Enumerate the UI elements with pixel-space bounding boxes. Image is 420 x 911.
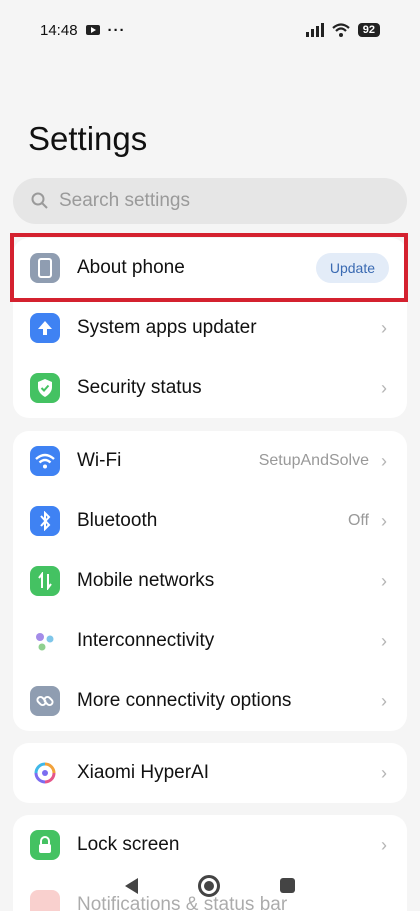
navigation-bar <box>0 860 420 911</box>
page-title: Settings <box>28 120 148 157</box>
mobile-networks-item[interactable]: Mobile networks › <box>13 551 407 611</box>
chevron-right-icon: › <box>381 377 387 398</box>
hyperai-icon <box>30 758 60 788</box>
status-right: 92 <box>305 23 380 37</box>
xiaomi-hyperai-item[interactable]: Xiaomi HyperAI › <box>13 743 407 803</box>
status-left: 14:48 ··· <box>40 22 126 39</box>
chevron-right-icon: › <box>381 317 387 338</box>
search-bar[interactable] <box>13 178 407 224</box>
chevron-right-icon: › <box>381 570 387 591</box>
mobile-data-icon <box>30 566 60 596</box>
recents-button[interactable] <box>280 878 295 893</box>
interconnectivity-label: Interconnectivity <box>77 630 215 651</box>
chevron-right-icon: › <box>381 630 387 651</box>
wifi-icon <box>30 446 60 476</box>
status-time: 14:48 <box>40 21 78 39</box>
security-status-label: Security status <box>77 377 202 398</box>
chevron-right-icon: › <box>381 690 387 711</box>
shield-check-icon <box>30 373 60 403</box>
chevron-right-icon: › <box>381 834 387 855</box>
settings-group-system: About phone Update System apps updater ›… <box>13 238 407 418</box>
battery-icon: 92 <box>357 23 380 37</box>
chevron-right-icon: › <box>381 450 387 471</box>
back-button[interactable] <box>125 877 138 894</box>
home-button[interactable] <box>198 874 220 897</box>
bluetooth-icon <box>30 506 60 536</box>
more-connectivity-options-label: More connectivity options <box>77 690 292 711</box>
system-apps-updater-item[interactable]: System apps updater › <box>13 298 407 358</box>
youtube-icon <box>85 25 100 35</box>
wifi-network-value: SetupAndSolve <box>258 452 369 469</box>
interconnectivity-icon <box>30 626 60 656</box>
lock-icon <box>30 830 60 860</box>
bluetooth-label: Bluetooth <box>77 510 158 531</box>
wifi-item[interactable]: Wi-Fi SetupAndSolve › <box>13 431 407 491</box>
security-status-item[interactable]: Security status › <box>13 358 407 418</box>
search-icon <box>31 192 48 209</box>
settings-group-connectivity: Wi-Fi SetupAndSolve › Bluetooth Off › Mo… <box>13 431 407 731</box>
xiaomi-hyperai-label: Xiaomi HyperAI <box>77 762 209 783</box>
chevron-right-icon: › <box>381 510 387 531</box>
arrow-up-icon <box>30 313 60 343</box>
interconnectivity-item[interactable]: Interconnectivity › <box>13 611 407 671</box>
wifi-label: Wi-Fi <box>77 450 122 471</box>
link-icon <box>30 686 60 716</box>
search-input[interactable] <box>59 190 379 212</box>
more-notifications-icon: ··· <box>107 21 126 39</box>
more-connectivity-options-item[interactable]: More connectivity options › <box>13 671 407 731</box>
settings-group-ai: Xiaomi HyperAI › <box>13 743 407 803</box>
phone-icon <box>30 253 60 283</box>
status-bar: 14:48 ··· 92 <box>0 0 420 60</box>
update-button[interactable]: Update <box>315 253 389 283</box>
about-phone-label: About phone <box>77 257 185 278</box>
lock-screen-label: Lock screen <box>77 834 180 855</box>
mobile-networks-label: Mobile networks <box>77 570 215 591</box>
about-phone-item[interactable]: About phone Update <box>13 238 407 298</box>
wifi-status-icon <box>332 23 350 37</box>
bluetooth-item[interactable]: Bluetooth Off › <box>13 491 407 551</box>
bluetooth-status-value: Off <box>347 512 369 529</box>
chevron-right-icon: › <box>381 762 387 783</box>
system-apps-updater-label: System apps updater <box>77 317 257 338</box>
signal-icon <box>305 23 324 37</box>
